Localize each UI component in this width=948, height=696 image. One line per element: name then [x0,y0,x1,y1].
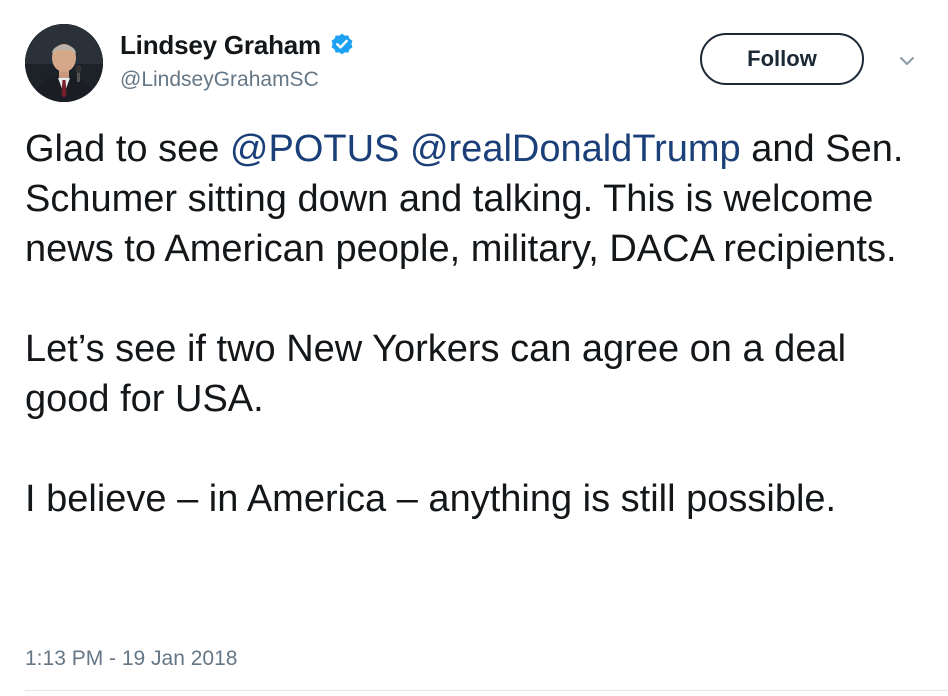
tweet-text-segment: Glad to see [25,128,230,170]
mention-link-realdonaldtrump[interactable]: @realDonaldTrump [410,128,741,170]
tweet-paragraph: Let’s see if two New Yorkers can agree o… [25,328,847,420]
tweet-timestamp[interactable]: 1:13 PM - 19 Jan 2018 [25,647,237,671]
verified-badge-icon [329,32,355,58]
chevron-down-icon[interactable] [896,50,918,72]
divider [25,690,948,691]
tweet-paragraph: Glad to see @POTUS @realDonaldTrump and … [25,124,930,274]
follow-button[interactable]: Follow [700,33,864,85]
mention-link-potus[interactable]: @POTUS [230,128,399,170]
profile-photo-icon [25,24,103,102]
author-handle[interactable]: @LindseyGrahamSC [120,68,319,92]
display-name[interactable]: Lindsey Graham [120,30,321,61]
avatar[interactable] [25,24,103,102]
tweet-text: Glad to see @POTUS @realDonaldTrump and … [25,124,930,524]
author-name-row: Lindsey Graham [120,30,355,60]
tweet-paragraph: I believe – in America – anything is sti… [25,478,837,520]
tweet-text-segment [399,128,410,170]
tweet-card: Lindsey Graham @LindseyGrahamSC Follow G… [0,0,948,696]
